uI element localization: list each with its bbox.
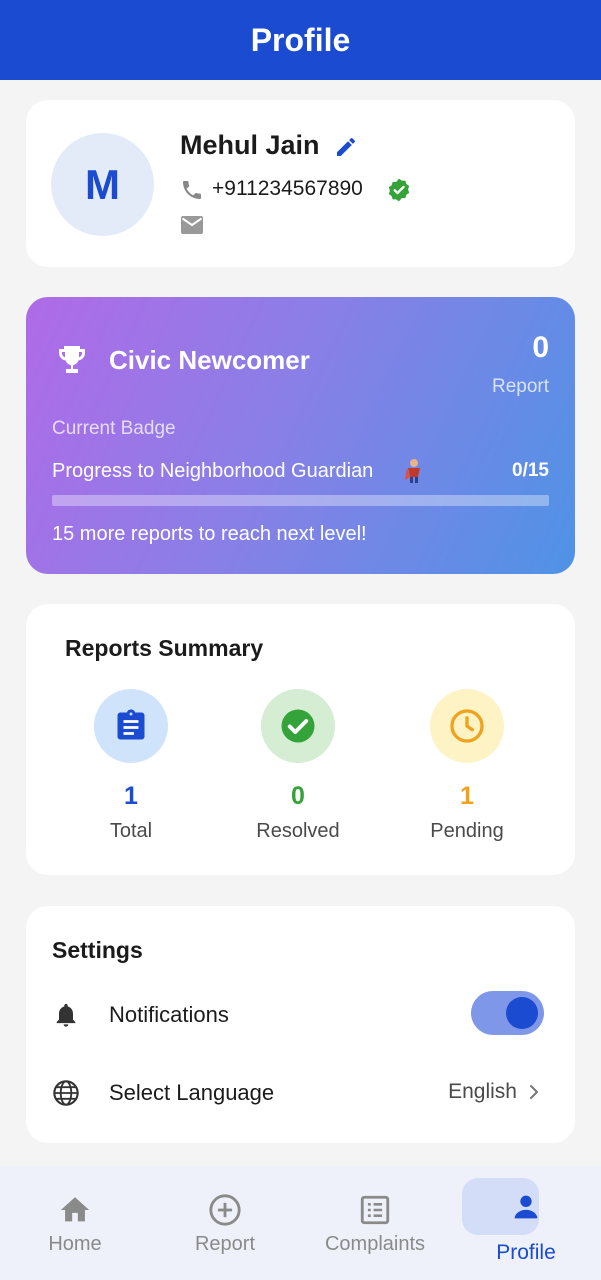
home-icon [60, 1197, 90, 1222]
mail-icon [181, 216, 203, 234]
stat-total[interactable]: 1 Total [61, 689, 201, 843]
notifications-row: Notifications [26, 989, 575, 1039]
phone-number: +911234567890 [212, 177, 363, 200]
stat-resolved[interactable]: 0 Resolved [228, 689, 368, 843]
stat-icon-circle [94, 689, 168, 763]
add-circle-icon [209, 1194, 241, 1226]
nav-item-home[interactable]: Home [0, 1166, 150, 1280]
nav-item-profile[interactable]: Profile [451, 1166, 601, 1280]
badge-card: Civic Newcomer 0 Report Current Badge Pr… [26, 297, 575, 574]
reports-summary-card: Reports Summary 1 Total 0 Resolved 1 Pen… [26, 604, 575, 875]
stat-label: Pending [430, 820, 504, 842]
nav-item-report[interactable]: Report [150, 1166, 300, 1280]
stat-icon-circle [430, 689, 504, 763]
progress-bar [52, 495, 549, 506]
person-icon [514, 1195, 538, 1219]
app-bar: Profile [0, 0, 601, 80]
notifications-toggle[interactable] [471, 991, 544, 1035]
report-count: 0 [532, 331, 549, 364]
edit-icon[interactable] [334, 135, 358, 159]
bell-icon [56, 1003, 76, 1027]
chevron-right-icon [530, 1085, 538, 1099]
profile-card: M Mehul Jain +911234567890 [26, 100, 575, 267]
list-icon [360, 1195, 390, 1225]
report-count-label: Report [491, 376, 549, 397]
progress-label: Progress to Neighborhood Guardian [52, 460, 374, 482]
nav-label-complaints: Complaints [324, 1233, 426, 1255]
stat-label: Total [109, 820, 153, 842]
verified-icon [388, 178, 410, 202]
user-name: Mehul Jain [180, 130, 320, 160]
language-label: Select Language [109, 1080, 275, 1105]
nav-item-complaints[interactable]: Complaints [300, 1166, 450, 1280]
badge-title: Civic Newcomer [109, 345, 310, 375]
phone-icon [183, 181, 201, 199]
globe-icon [53, 1080, 79, 1106]
stat-value: 0 [291, 782, 305, 810]
settings-card: Settings Notifications Select Language E… [26, 906, 575, 1143]
superhero-icon [405, 459, 420, 483]
stat-icon-circle [261, 689, 335, 763]
nav-label-profile: Profile [496, 1241, 556, 1264]
progress-count: 0/15 [512, 460, 549, 481]
nav-label-report: Report [194, 1233, 256, 1255]
stat-value: 1 [124, 782, 138, 810]
settings-title: Settings [52, 937, 143, 963]
toggle-knob [506, 997, 538, 1029]
clipboard-icon [117, 709, 145, 740]
language-value: English [448, 1080, 517, 1103]
page-title: Profile [250, 21, 351, 58]
next-level-text: 15 more reports to reach next level! [52, 523, 367, 545]
check-circle-icon [281, 709, 315, 743]
avatar: M [51, 133, 154, 236]
summary-title: Reports Summary [65, 635, 264, 661]
nav-label-home: Home [48, 1233, 102, 1255]
stat-pending[interactable]: 1 Pending [397, 689, 537, 843]
current-badge-label: Current Badge [52, 418, 176, 439]
language-row[interactable]: Select Language English [26, 1067, 575, 1117]
bottom-nav: Home Report Complaints Profile [0, 1166, 601, 1280]
clock-icon [450, 709, 484, 743]
stat-value: 1 [460, 782, 474, 810]
notifications-label: Notifications [109, 1002, 229, 1027]
stat-label: Resolved [256, 820, 340, 842]
trophy-icon [59, 346, 85, 373]
